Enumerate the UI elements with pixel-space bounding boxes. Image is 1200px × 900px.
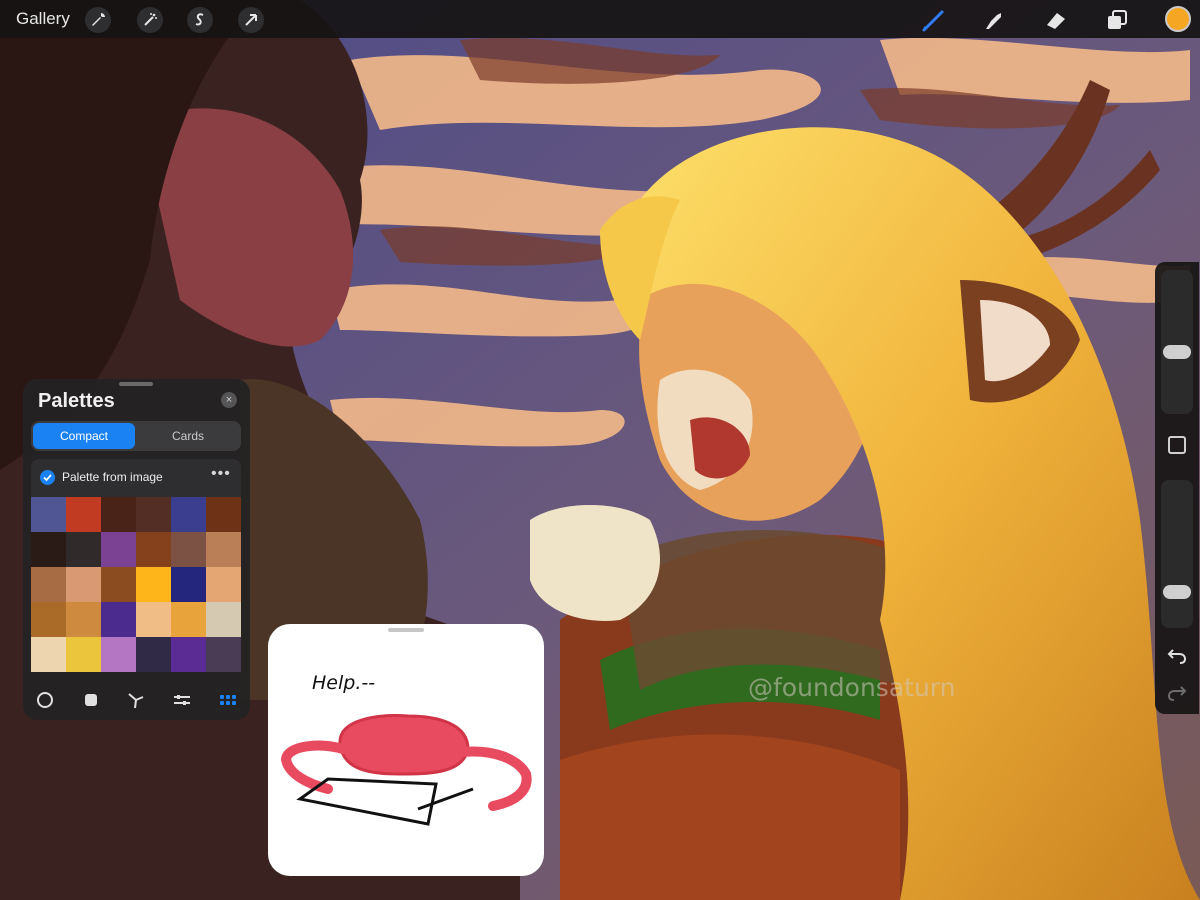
harmony-icon[interactable] (125, 689, 147, 711)
color-swatch[interactable] (171, 532, 206, 567)
checkmark-icon[interactable] (40, 470, 55, 485)
color-swatch[interactable] (171, 567, 206, 602)
opacity-thumb[interactable] (1163, 584, 1191, 599)
wrench-icon[interactable] (85, 7, 111, 33)
color-swatch[interactable] (206, 602, 241, 637)
artist-watermark: @foundonsaturn (748, 673, 956, 702)
palette-card: Palette from image ••• (31, 459, 241, 672)
more-options-button[interactable]: ••• (211, 465, 231, 483)
view-segmented-control: Compact Cards (31, 421, 241, 451)
color-swatch[interactable] (136, 602, 171, 637)
layers-icon[interactable] (1103, 6, 1131, 34)
tab-compact[interactable]: Compact (33, 423, 135, 449)
side-toolbar (1155, 262, 1199, 714)
color-swatch[interactable] (101, 602, 136, 637)
color-swatch[interactable] (136, 497, 171, 532)
tab-cards[interactable]: Cards (137, 423, 239, 449)
reference-sketch (280, 714, 532, 826)
undo-icon[interactable] (1166, 645, 1188, 667)
color-swatch[interactable] (66, 532, 101, 567)
color-swatch[interactable] (31, 532, 66, 567)
swatch-grid (31, 497, 241, 672)
color-swatch[interactable] (101, 497, 136, 532)
color-swatch[interactable] (31, 637, 66, 672)
color-swatch[interactable] (206, 567, 241, 602)
opacity-slider[interactable] (1161, 480, 1193, 628)
brush-size-slider[interactable] (1161, 270, 1193, 414)
value-icon[interactable] (171, 689, 193, 711)
modify-button[interactable] (1168, 436, 1186, 454)
panel-grab-handle[interactable] (119, 382, 153, 386)
color-mode-bar (23, 681, 250, 717)
current-color-swatch[interactable] (1165, 6, 1191, 32)
color-swatch[interactable] (206, 497, 241, 532)
color-swatch[interactable] (66, 497, 101, 532)
color-swatch[interactable] (66, 567, 101, 602)
smudge-icon[interactable] (980, 6, 1008, 34)
color-swatch[interactable] (171, 497, 206, 532)
classic-icon[interactable] (80, 689, 102, 711)
color-swatch[interactable] (136, 532, 171, 567)
brush-icon[interactable] (920, 6, 948, 34)
eraser-icon[interactable] (1042, 6, 1070, 34)
color-swatch[interactable] (101, 637, 136, 672)
color-swatch[interactable] (31, 567, 66, 602)
color-swatch[interactable] (66, 602, 101, 637)
color-swatch[interactable] (136, 567, 171, 602)
color-swatch[interactable] (31, 497, 66, 532)
panel-title: Palettes (38, 390, 115, 412)
arrow-cursor-icon[interactable] (238, 7, 264, 33)
gallery-button[interactable]: Gallery (16, 9, 70, 29)
palette-name: Palette from image (62, 470, 163, 484)
color-swatch[interactable] (101, 567, 136, 602)
magic-wand-icon[interactable] (137, 7, 163, 33)
palettes-grid-icon[interactable] (217, 689, 239, 711)
selection-s-icon[interactable] (187, 7, 213, 33)
close-icon[interactable]: × (221, 392, 237, 408)
palettes-panel: Palettes × Compact Cards Palette from im… (23, 379, 250, 720)
color-swatch[interactable] (206, 637, 241, 672)
brush-size-thumb[interactable] (1163, 345, 1191, 360)
color-swatch[interactable] (206, 532, 241, 567)
disc-icon[interactable] (34, 689, 56, 711)
reference-window[interactable]: Help.-- (268, 624, 544, 876)
color-swatch[interactable] (101, 532, 136, 567)
color-swatch[interactable] (136, 637, 171, 672)
color-swatch[interactable] (171, 637, 206, 672)
color-swatch[interactable] (31, 602, 66, 637)
top-toolbar: Gallery (0, 0, 1200, 38)
color-swatch[interactable] (171, 602, 206, 637)
color-swatch[interactable] (66, 637, 101, 672)
redo-icon[interactable] (1166, 682, 1188, 704)
